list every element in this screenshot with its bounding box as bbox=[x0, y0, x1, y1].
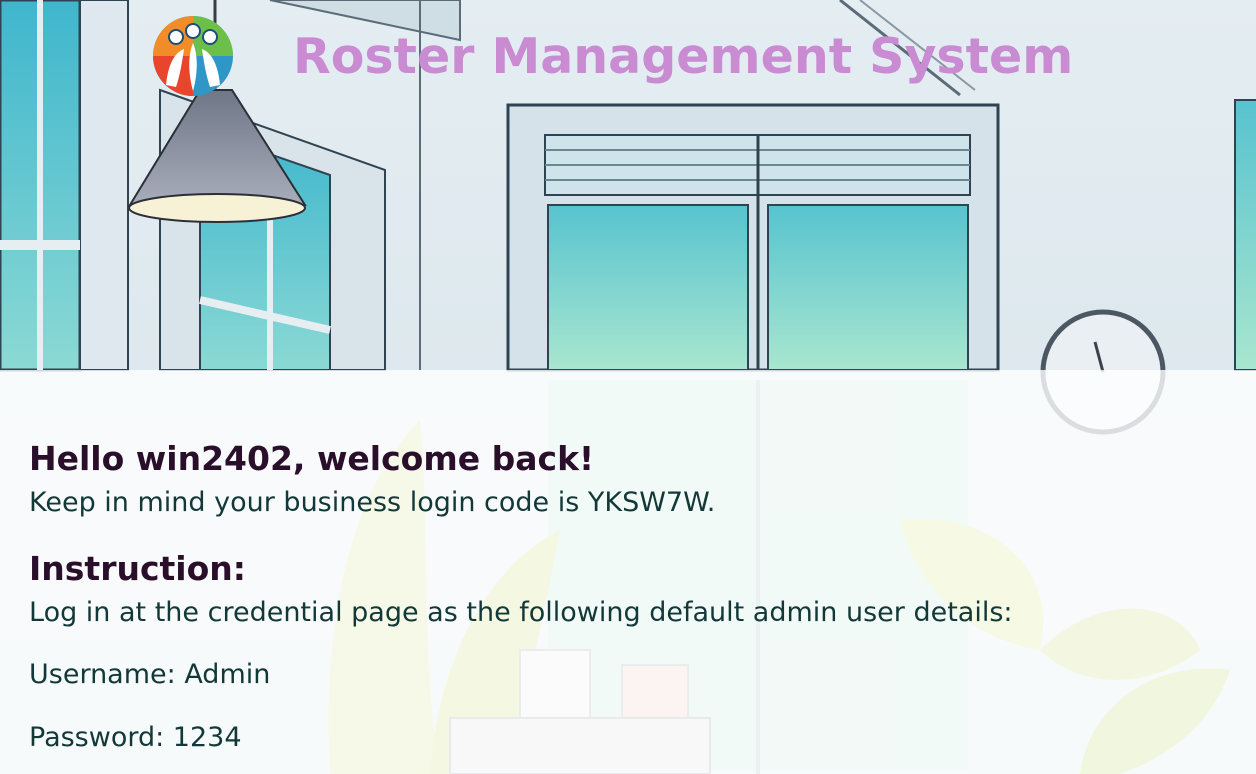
password-line: Password: 1234 bbox=[29, 722, 242, 753]
app-title: Roster Management System bbox=[293, 28, 1074, 85]
login-code-note: Keep in mind your business login code is… bbox=[29, 487, 716, 518]
welcome-panel: Hello win2402, welcome back! Keep in min… bbox=[0, 370, 1256, 774]
welcome-greeting: Hello win2402, welcome back! bbox=[29, 439, 595, 478]
roster-people-logo-icon bbox=[153, 16, 233, 96]
header: Roster Management System bbox=[0, 0, 1256, 110]
instruction-heading: Instruction: bbox=[29, 549, 246, 588]
welcome-content: Hello win2402, welcome back! Keep in min… bbox=[29, 434, 1229, 757]
username-line: Username: Admin bbox=[29, 659, 271, 690]
instruction-text: Log in at the credential page as the fol… bbox=[29, 597, 1013, 628]
